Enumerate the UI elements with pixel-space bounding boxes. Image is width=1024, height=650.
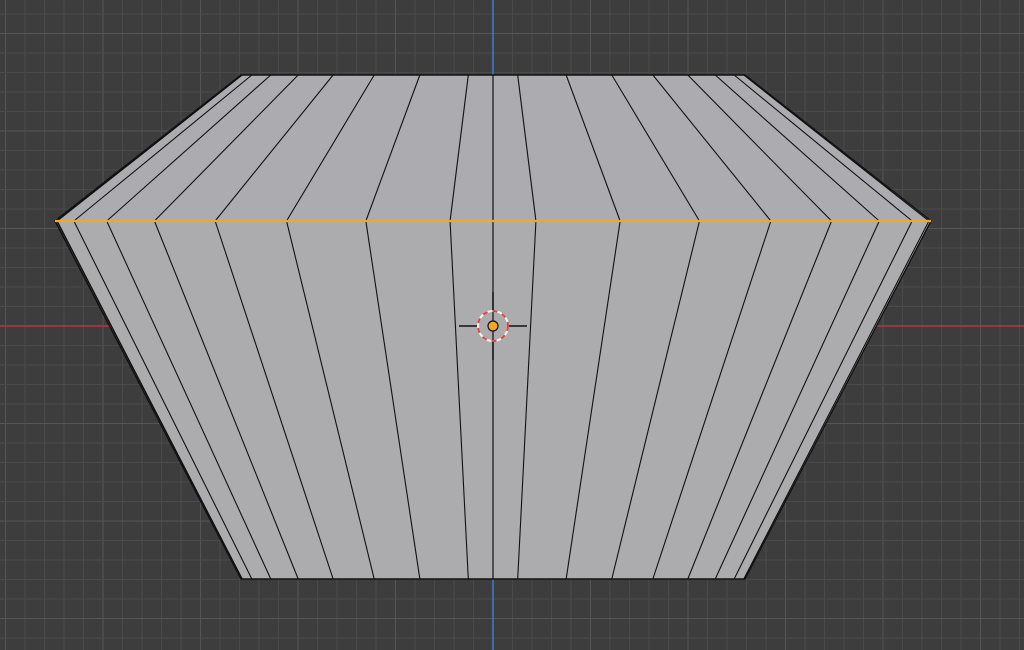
3d-viewport[interactable] — [0, 0, 1024, 650]
viewport-canvas[interactable] — [0, 0, 1024, 650]
origin-dot[interactable] — [487, 320, 499, 332]
object-origin-icon[interactable] — [487, 320, 499, 332]
